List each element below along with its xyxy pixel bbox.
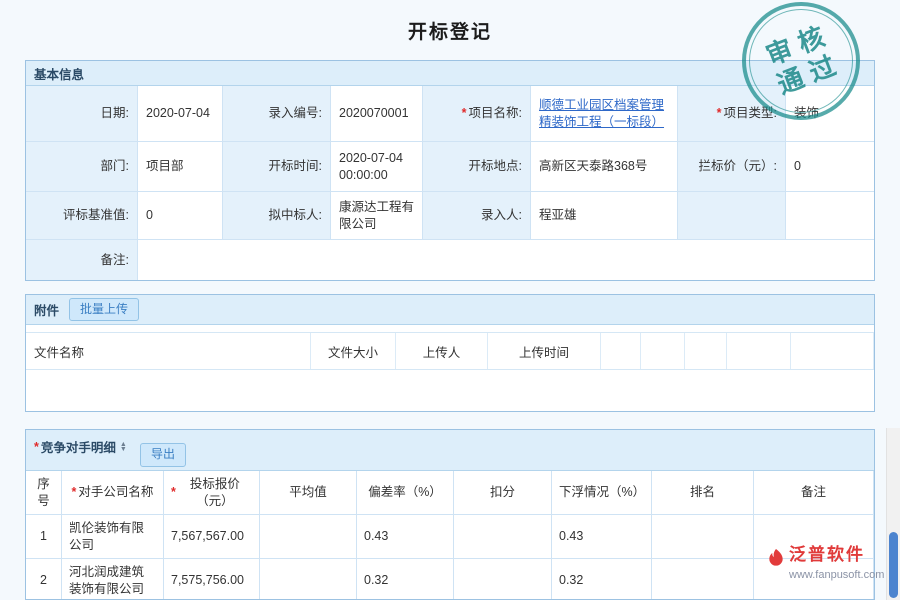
column-bid-price-text: 投标报价（元） — [178, 476, 252, 510]
date-value: 2020-07-04 — [138, 86, 223, 142]
competitors-title-group: * 竞争对手明细 ▲ ▼ — [34, 437, 127, 456]
proposed-winner-label: 拟中标人: — [223, 192, 331, 240]
cell-bid-price: 7,575,756.00 — [164, 559, 260, 600]
cell-average — [260, 559, 357, 600]
empty-value-cell — [786, 192, 874, 240]
cell-seq: 1 — [26, 515, 62, 559]
cell-rank — [652, 515, 754, 559]
open-time-label: 开标时间: — [223, 142, 331, 192]
recorder-label: 录入人: — [423, 192, 531, 240]
recorder-value: 程亚雄 — [531, 192, 678, 240]
column-remark: 备注 — [754, 471, 874, 515]
column-seq: 序号 — [26, 471, 62, 515]
scrollbar-thumb[interactable] — [889, 532, 898, 598]
project-name-value: 顺德工业园区档案管理精装饰工程（一标段） — [531, 86, 678, 142]
column-bid-price: * 投标报价（元） — [164, 471, 260, 515]
dept-label: 部门: — [26, 142, 138, 192]
remark-label: 备注: — [26, 240, 138, 280]
project-name-label-text: 项目名称: — [469, 105, 522, 122]
cell-deduction — [454, 515, 552, 559]
date-label: 日期: — [26, 86, 138, 142]
project-name-link[interactable]: 顺德工业园区档案管理精装饰工程（一标段） — [539, 97, 669, 131]
attachments-column-file-name: 文件名称 — [26, 333, 311, 369]
sort-desc-icon: ▼ — [120, 447, 127, 452]
attachments-header: 附件 — [34, 300, 59, 319]
cell-deduction — [454, 559, 552, 600]
remark-value — [138, 240, 874, 280]
empty-label-cell — [678, 192, 786, 240]
batch-upload-button[interactable]: 批量上传 — [69, 298, 139, 322]
footer-brand-text: 泛普软件 www.fanpusoft.com — [789, 546, 884, 583]
column-average: 平均值 — [260, 471, 357, 515]
cell-company: 河北润成建筑装饰有限公司 — [62, 559, 164, 600]
required-marker: * — [72, 484, 77, 501]
required-marker: * — [462, 105, 467, 122]
required-marker: * — [717, 105, 722, 122]
attachments-column-file-size: 文件大小 — [311, 333, 396, 369]
entry-no-label: 录入编号: — [223, 86, 331, 142]
proposed-winner-value: 康源达工程有限公司 — [331, 192, 423, 240]
basic-info-grid: 日期: 2020-07-04 录入编号: 2020070001 * 项目名称: … — [26, 86, 874, 280]
project-name-label: * 项目名称: — [423, 86, 531, 142]
competitors-header-strip: * 竞争对手明细 ▲ ▼ 导出 — [26, 430, 874, 471]
project-type-label-text: 项目类型: — [724, 105, 777, 122]
attachments-column-empty — [685, 333, 727, 369]
competitor-row: 2 河北润成建筑装饰有限公司 7,575,756.00 0.32 0.32 — [26, 559, 874, 600]
competitors-panel: * 竞争对手明细 ▲ ▼ 导出 序号 * 对手公司名称 * 投标报价（元） 平均… — [25, 429, 875, 600]
cell-average — [260, 515, 357, 559]
attachments-table-header: 文件名称 文件大小 上传人 上传时间 — [26, 332, 874, 370]
attachments-header-strip: 附件 批量上传 — [26, 295, 874, 325]
export-button[interactable]: 导出 — [140, 443, 186, 467]
cell-float: 0.43 — [552, 515, 652, 559]
dept-value: 项目部 — [138, 142, 223, 192]
attachments-column-upload-time: 上传时间 — [488, 333, 601, 369]
fanpu-logo-icon — [766, 547, 786, 571]
footer-url-link[interactable]: www.fanpusoft.com — [789, 569, 884, 581]
required-marker: * — [171, 484, 176, 501]
base-value-value: 0 — [138, 192, 223, 240]
competitors-title: 竞争对手明细 — [41, 437, 116, 456]
cell-deviation: 0.43 — [357, 515, 454, 559]
cell-deviation: 0.32 — [357, 559, 454, 600]
cell-bid-price: 7,567,567.00 — [164, 515, 260, 559]
open-place-value: 高新区天泰路368号 — [531, 142, 678, 192]
attachments-panel: 附件 批量上传 文件名称 文件大小 上传人 上传时间 — [25, 294, 875, 412]
entry-no-value: 2020070001 — [331, 86, 423, 142]
attachments-column-uploader: 上传人 — [396, 333, 488, 369]
vertical-scrollbar[interactable] — [886, 428, 900, 600]
cell-float: 0.32 — [552, 559, 652, 600]
open-place-label: 开标地点: — [423, 142, 531, 192]
block-price-label: 拦标价（元）: — [678, 142, 786, 192]
required-marker: * — [34, 440, 39, 454]
project-type-label: * 项目类型: — [678, 86, 786, 142]
attachments-column-empty — [601, 333, 641, 369]
attachments-column-empty — [791, 333, 874, 369]
base-value-label: 评标基准值: — [26, 192, 138, 240]
column-deduction: 扣分 — [454, 471, 552, 515]
footer-brand-block: 泛普软件 www.fanpusoft.com — [766, 546, 884, 583]
cell-rank — [652, 559, 754, 600]
sort-icon[interactable]: ▲ ▼ — [120, 442, 127, 452]
open-time-value: 2020-07-04 00:00:00 — [331, 142, 423, 192]
attachments-column-empty — [727, 333, 791, 369]
column-company-text: 对手公司名称 — [78, 484, 153, 501]
competitors-table-header: 序号 * 对手公司名称 * 投标报价（元） 平均值 偏差率（%） 扣分 下浮情况… — [26, 471, 874, 515]
attachments-column-empty — [641, 333, 685, 369]
competitor-row: 1 凯伦装饰有限公司 7,567,567.00 0.43 0.43 — [26, 515, 874, 559]
footer-brand-name: 泛普软件 — [789, 546, 884, 565]
column-company: * 对手公司名称 — [62, 471, 164, 515]
basic-info-header: 基本信息 — [34, 64, 84, 83]
cell-company: 凯伦装饰有限公司 — [62, 515, 164, 559]
basic-info-header-strip: 基本信息 — [26, 61, 874, 86]
column-rank: 排名 — [652, 471, 754, 515]
basic-info-panel: 基本信息 日期: 2020-07-04 录入编号: 2020070001 * 项… — [25, 60, 875, 281]
project-type-value: 装饰 — [786, 86, 874, 142]
column-deviation: 偏差率（%） — [357, 471, 454, 515]
cell-seq: 2 — [26, 559, 62, 600]
column-float: 下浮情况（%） — [552, 471, 652, 515]
page-title: 开标登记 — [0, 17, 900, 44]
block-price-value: 0 — [786, 142, 874, 192]
